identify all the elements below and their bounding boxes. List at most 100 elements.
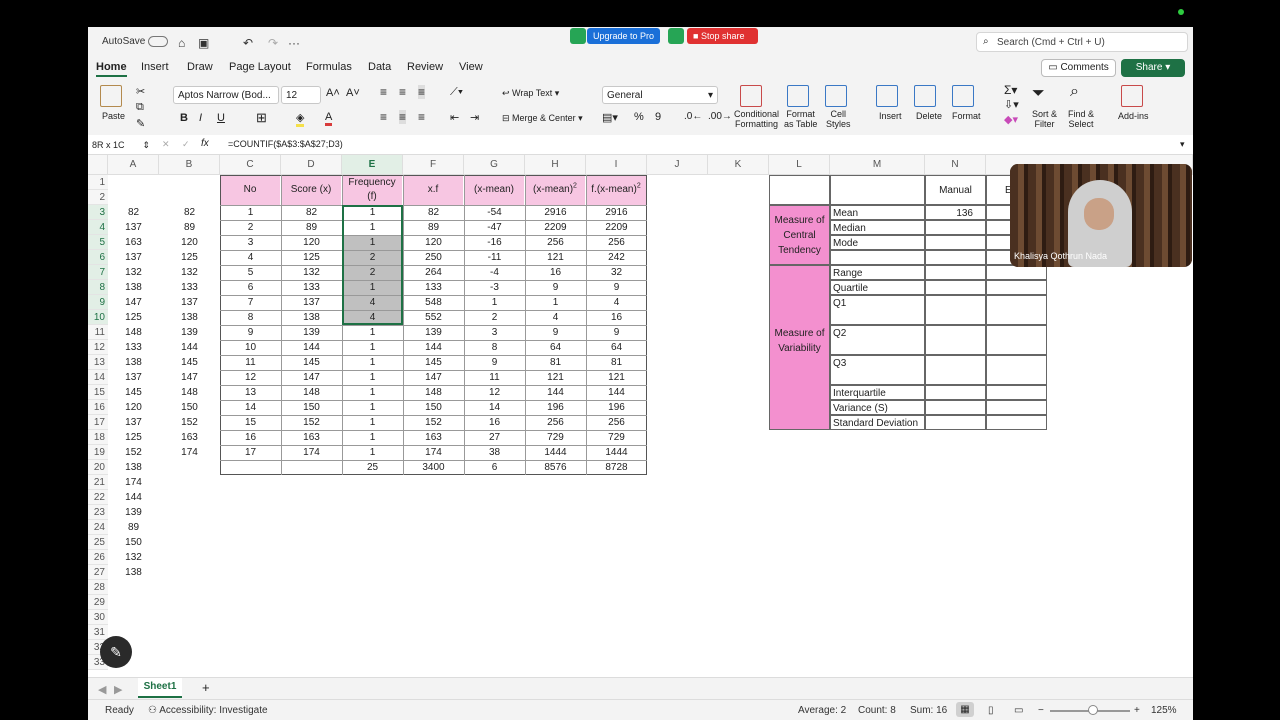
cell-a5[interactable]: 163 — [108, 235, 159, 250]
underline-button[interactable]: U — [217, 112, 225, 124]
cell-b13[interactable]: 145 — [159, 355, 220, 370]
cell-c4[interactable]: 2 — [220, 220, 281, 235]
cell-a12[interactable]: 133 — [108, 340, 159, 355]
cell-a6[interactable]: 137 — [108, 250, 159, 265]
column-header-n[interactable]: N — [925, 155, 986, 175]
row-header[interactable]: 21 — [88, 475, 108, 490]
cell-g3[interactable]: -54 — [464, 205, 525, 220]
cell-c13[interactable]: 11 — [220, 355, 281, 370]
cell-d18[interactable]: 163 — [281, 430, 342, 445]
cell-b16[interactable]: 150 — [159, 400, 220, 415]
cell-b8[interactable]: 133 — [159, 280, 220, 295]
cell-a19[interactable]: 152 — [108, 445, 159, 460]
delete-cells-icon[interactable] — [914, 85, 936, 107]
cell-d17[interactable]: 152 — [281, 415, 342, 430]
orientation-icon[interactable]: ⟋▾ — [450, 86, 463, 99]
column-header-c[interactable]: C — [220, 155, 281, 175]
cell-g6[interactable]: -11 — [464, 250, 525, 265]
cell-i18[interactable]: 729 — [586, 430, 647, 445]
row-header[interactable]: 23 — [88, 505, 108, 520]
cell-f16[interactable]: 150 — [403, 400, 464, 415]
row-header[interactable]: 31 — [88, 625, 108, 640]
cell-a15[interactable]: 145 — [108, 385, 159, 400]
row-header[interactable]: 1 — [88, 175, 108, 190]
cell-g12[interactable]: 8 — [464, 340, 525, 355]
cell-h9[interactable]: 1 — [525, 295, 586, 310]
cell-i7[interactable]: 32 — [586, 265, 647, 280]
tab-draw[interactable]: Draw — [187, 61, 213, 73]
cell-a23[interactable]: 139 — [108, 505, 159, 520]
cell-g5[interactable]: -16 — [464, 235, 525, 250]
cell-f13[interactable]: 145 — [403, 355, 464, 370]
add-ins-icon[interactable] — [1121, 85, 1143, 107]
cancel-icon[interactable]: ✕ — [162, 139, 170, 150]
row-header[interactable]: 29 — [88, 595, 108, 610]
cell-g13[interactable]: 9 — [464, 355, 525, 370]
cell-f10[interactable]: 552 — [403, 310, 464, 325]
row-header[interactable]: 27 — [88, 565, 108, 580]
cell-g17[interactable]: 16 — [464, 415, 525, 430]
cell-a22[interactable]: 144 — [108, 490, 159, 505]
align-left-icon[interactable]: ≡ — [380, 110, 387, 124]
cell-h19[interactable]: 1444 — [525, 445, 586, 460]
cell-c3[interactable]: 1 — [220, 205, 281, 220]
clear-icon[interactable]: ◆▾ — [1004, 113, 1018, 126]
cell-d12[interactable]: 144 — [281, 340, 342, 355]
cell-b18[interactable]: 163 — [159, 430, 220, 445]
row-header[interactable]: 22 — [88, 490, 108, 505]
row-header[interactable]: 2 — [88, 190, 108, 205]
cell-b5[interactable]: 120 — [159, 235, 220, 250]
add-sheet-button[interactable]: + — [202, 680, 210, 695]
cell-e16[interactable]: 1 — [342, 400, 403, 415]
zoom-level[interactable]: 125% — [1151, 705, 1177, 716]
row-header[interactable]: 28 — [88, 580, 108, 595]
row-header[interactable]: 10 — [88, 310, 108, 325]
cell-a7[interactable]: 132 — [108, 265, 159, 280]
grow-font-icon[interactable]: A˄ — [326, 87, 340, 99]
align-top-icon[interactable]: ≡ — [380, 85, 387, 99]
row-header[interactable]: 14 — [88, 370, 108, 385]
cell-f12[interactable]: 144 — [403, 340, 464, 355]
row-header[interactable]: 13 — [88, 355, 108, 370]
cell-g8[interactable]: -3 — [464, 280, 525, 295]
column-header-k[interactable]: K — [708, 155, 769, 175]
cell-a25[interactable]: 150 — [108, 535, 159, 550]
cell-e13[interactable]: 1 — [342, 355, 403, 370]
cell-i12[interactable]: 64 — [586, 340, 647, 355]
tab-view[interactable]: View — [459, 61, 483, 73]
cell-a9[interactable]: 147 — [108, 295, 159, 310]
cell-e15[interactable]: 1 — [342, 385, 403, 400]
merge-center-button[interactable]: ⊟ Merge & Center ▾ — [502, 113, 583, 124]
cell-d15[interactable]: 148 — [281, 385, 342, 400]
cell-a24[interactable]: 89 — [108, 520, 159, 535]
format-cells-icon[interactable] — [952, 85, 974, 107]
formula-input[interactable]: =COUNTIF($A$3:$A$27;D3) — [228, 139, 343, 149]
cell-h18[interactable]: 729 — [525, 430, 586, 445]
cell-b17[interactable]: 152 — [159, 415, 220, 430]
cell-h17[interactable]: 256 — [525, 415, 586, 430]
save-icon[interactable]: ▣ — [198, 36, 209, 50]
cell-f11[interactable]: 139 — [403, 325, 464, 340]
cell-i20[interactable]: 8728 — [586, 460, 647, 475]
cell-h14[interactable]: 121 — [525, 370, 586, 385]
italic-button[interactable]: I — [199, 112, 202, 124]
cell-f20[interactable]: 3400 — [403, 460, 464, 475]
cell-b9[interactable]: 137 — [159, 295, 220, 310]
sort-filter-icon[interactable]: ⏷ — [1032, 85, 1045, 103]
cell-b4[interactable]: 89 — [159, 220, 220, 235]
row-header[interactable]: 7 — [88, 265, 108, 280]
cell-b10[interactable]: 138 — [159, 310, 220, 325]
row-header[interactable]: 15 — [88, 385, 108, 400]
row-header[interactable]: 11 — [88, 325, 108, 340]
cell-i13[interactable]: 81 — [586, 355, 647, 370]
cell-a21[interactable]: 174 — [108, 475, 159, 490]
decrease-decimal-icon[interactable]: .00→ — [708, 111, 732, 122]
zoom-in-icon[interactable]: + — [1134, 705, 1140, 716]
cell-b7[interactable]: 132 — [159, 265, 220, 280]
cell-a27[interactable]: 138 — [108, 565, 159, 580]
row-header[interactable]: 5 — [88, 235, 108, 250]
zoom-slider-thumb[interactable] — [1088, 705, 1098, 715]
normal-view-icon[interactable]: ▦ — [956, 702, 974, 717]
row-header[interactable]: 9 — [88, 295, 108, 310]
row-header[interactable]: 24 — [88, 520, 108, 535]
